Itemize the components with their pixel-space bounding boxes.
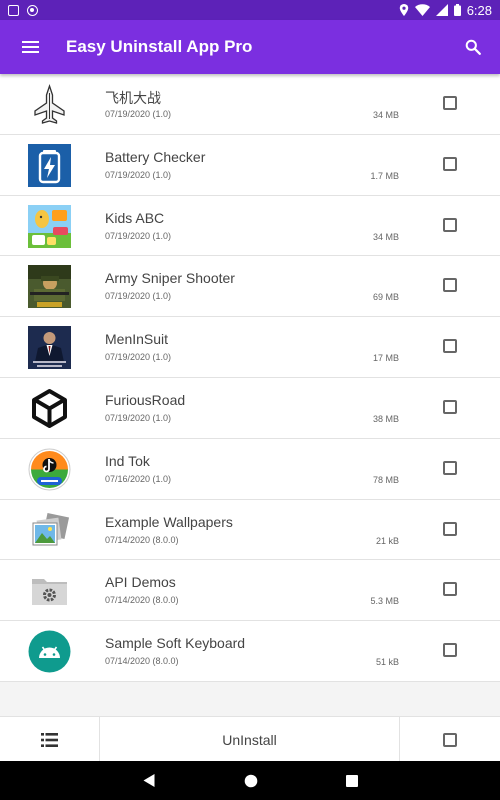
select-checkbox[interactable] [443,217,457,232]
select-all-button[interactable] [400,717,500,762]
select-checkbox[interactable] [443,643,457,658]
status-time: 6:28 [466,2,492,18]
app-size: 1.7 MB [370,170,399,181]
wallpapers-icon [28,509,71,552]
jet-icon [28,83,71,126]
app-name: Battery Checker [105,148,206,165]
select-checkbox[interactable] [443,582,457,597]
navigation-bar [0,761,500,800]
app-size: 69 MB [372,292,399,303]
app-name: Ind Tok [105,452,150,469]
list-item[interactable]: Kids ABC 07/19/2020 (1.0) 34 MB [0,195,500,257]
list-item[interactable]: Example Wallpapers 07/14/2020 (8.0.0) 21… [0,499,500,561]
app-meta: 07/14/2020 (8.0.0) [105,656,179,667]
app-size: 17 MB [372,353,399,364]
app-meta: 07/14/2020 (8.0.0) [105,534,179,545]
app-name: Kids ABC [105,209,165,226]
select-checkbox[interactable] [443,339,457,354]
app-name: API Demos [105,574,176,591]
notification-circle-icon [27,4,38,16]
wifi-icon [414,4,430,16]
uninstall-button[interactable]: UnInstall [100,717,400,762]
app-name: MenInSuit [105,331,169,348]
app-size: 38 MB [372,413,399,424]
sniper-icon [28,265,71,309]
signal-icon [435,4,448,16]
list-icon [41,732,58,747]
app-name: Sample Soft Keyboard [105,635,246,652]
list-item[interactable]: API Demos 07/14/2020 (8.0.0) 5.3 MB [0,560,500,622]
select-checkbox[interactable] [443,460,457,475]
app-name: Example Wallpapers [105,513,233,530]
app-meta: 07/19/2020 (1.0) [105,412,172,423]
kids-abc-icon [28,204,71,248]
list-item[interactable]: FuriousRoad 07/19/2020 (1.0) 38 MB [0,377,500,439]
menu-button[interactable] [0,20,60,74]
list-view-button[interactable] [0,717,100,762]
app-size: 51 kB [375,657,399,668]
app-meta: 07/19/2020 (1.0) [105,169,172,180]
battery-icon [28,143,71,187]
app-size: 21 kB [375,535,399,546]
app-name: Army Sniper Shooter [105,270,235,287]
app-size: 5.3 MB [370,596,399,607]
select-checkbox[interactable] [443,156,457,171]
hamburger-icon [21,41,39,53]
app-size: 34 MB [372,231,399,242]
app-bar: Easy Uninstall App Pro [0,20,500,74]
app-meta: 07/14/2020 (8.0.0) [105,595,179,606]
location-icon [399,4,408,16]
notification-square-icon [8,4,19,16]
list-item[interactable]: Army Sniper Shooter 07/19/2020 (1.0) 69 … [0,256,500,318]
list-item[interactable]: 飞机大战 07/19/2020 (1.0) 34 MB [0,74,500,135]
indtok-icon [28,448,71,491]
list-item[interactable]: MenInSuit 07/19/2020 (1.0) 17 MB [0,317,500,378]
select-checkbox[interactable] [443,521,457,536]
home-icon[interactable] [244,774,258,788]
recents-icon[interactable] [346,774,358,787]
list-item[interactable]: Ind Tok 07/16/2020 (1.0) 78 MB [0,438,500,500]
app-meta: 07/19/2020 (1.0) [105,291,172,302]
app-meta: 07/19/2020 (1.0) [105,109,172,119]
back-icon[interactable] [142,773,156,788]
app-title: Easy Uninstall App Pro [66,37,253,56]
battery-status-icon [453,4,461,16]
select-checkbox[interactable] [443,96,457,110]
app-name: 飞机大战 [105,90,161,106]
android-icon [28,630,71,673]
folder-gear-icon [28,569,71,612]
bottom-bar: UnInstall [0,716,500,762]
select-checkbox[interactable] [443,399,457,414]
status-bar: 6:28 [0,0,500,20]
app-meta: 07/19/2020 (1.0) [105,230,172,241]
search-icon [465,39,481,55]
suit-icon [28,326,71,370]
app-size: 34 MB [372,110,399,120]
list-item[interactable]: Battery Checker 07/19/2020 (1.0) 1.7 MB [0,134,500,196]
app-meta: 07/19/2020 (1.0) [105,352,172,363]
unity-icon [28,387,71,430]
select-checkbox[interactable] [443,278,457,293]
list-item[interactable]: Sample Soft Keyboard 07/14/2020 (8.0.0) … [0,621,500,682]
app-meta: 07/16/2020 (1.0) [105,473,172,484]
select-all-checkbox[interactable] [443,732,457,747]
app-size: 78 MB [372,474,399,485]
search-button[interactable] [446,20,500,74]
app-name: FuriousRoad [105,391,186,408]
app-list: 飞机大战 07/19/2020 (1.0) 34 MB Battery Chec… [0,74,500,682]
